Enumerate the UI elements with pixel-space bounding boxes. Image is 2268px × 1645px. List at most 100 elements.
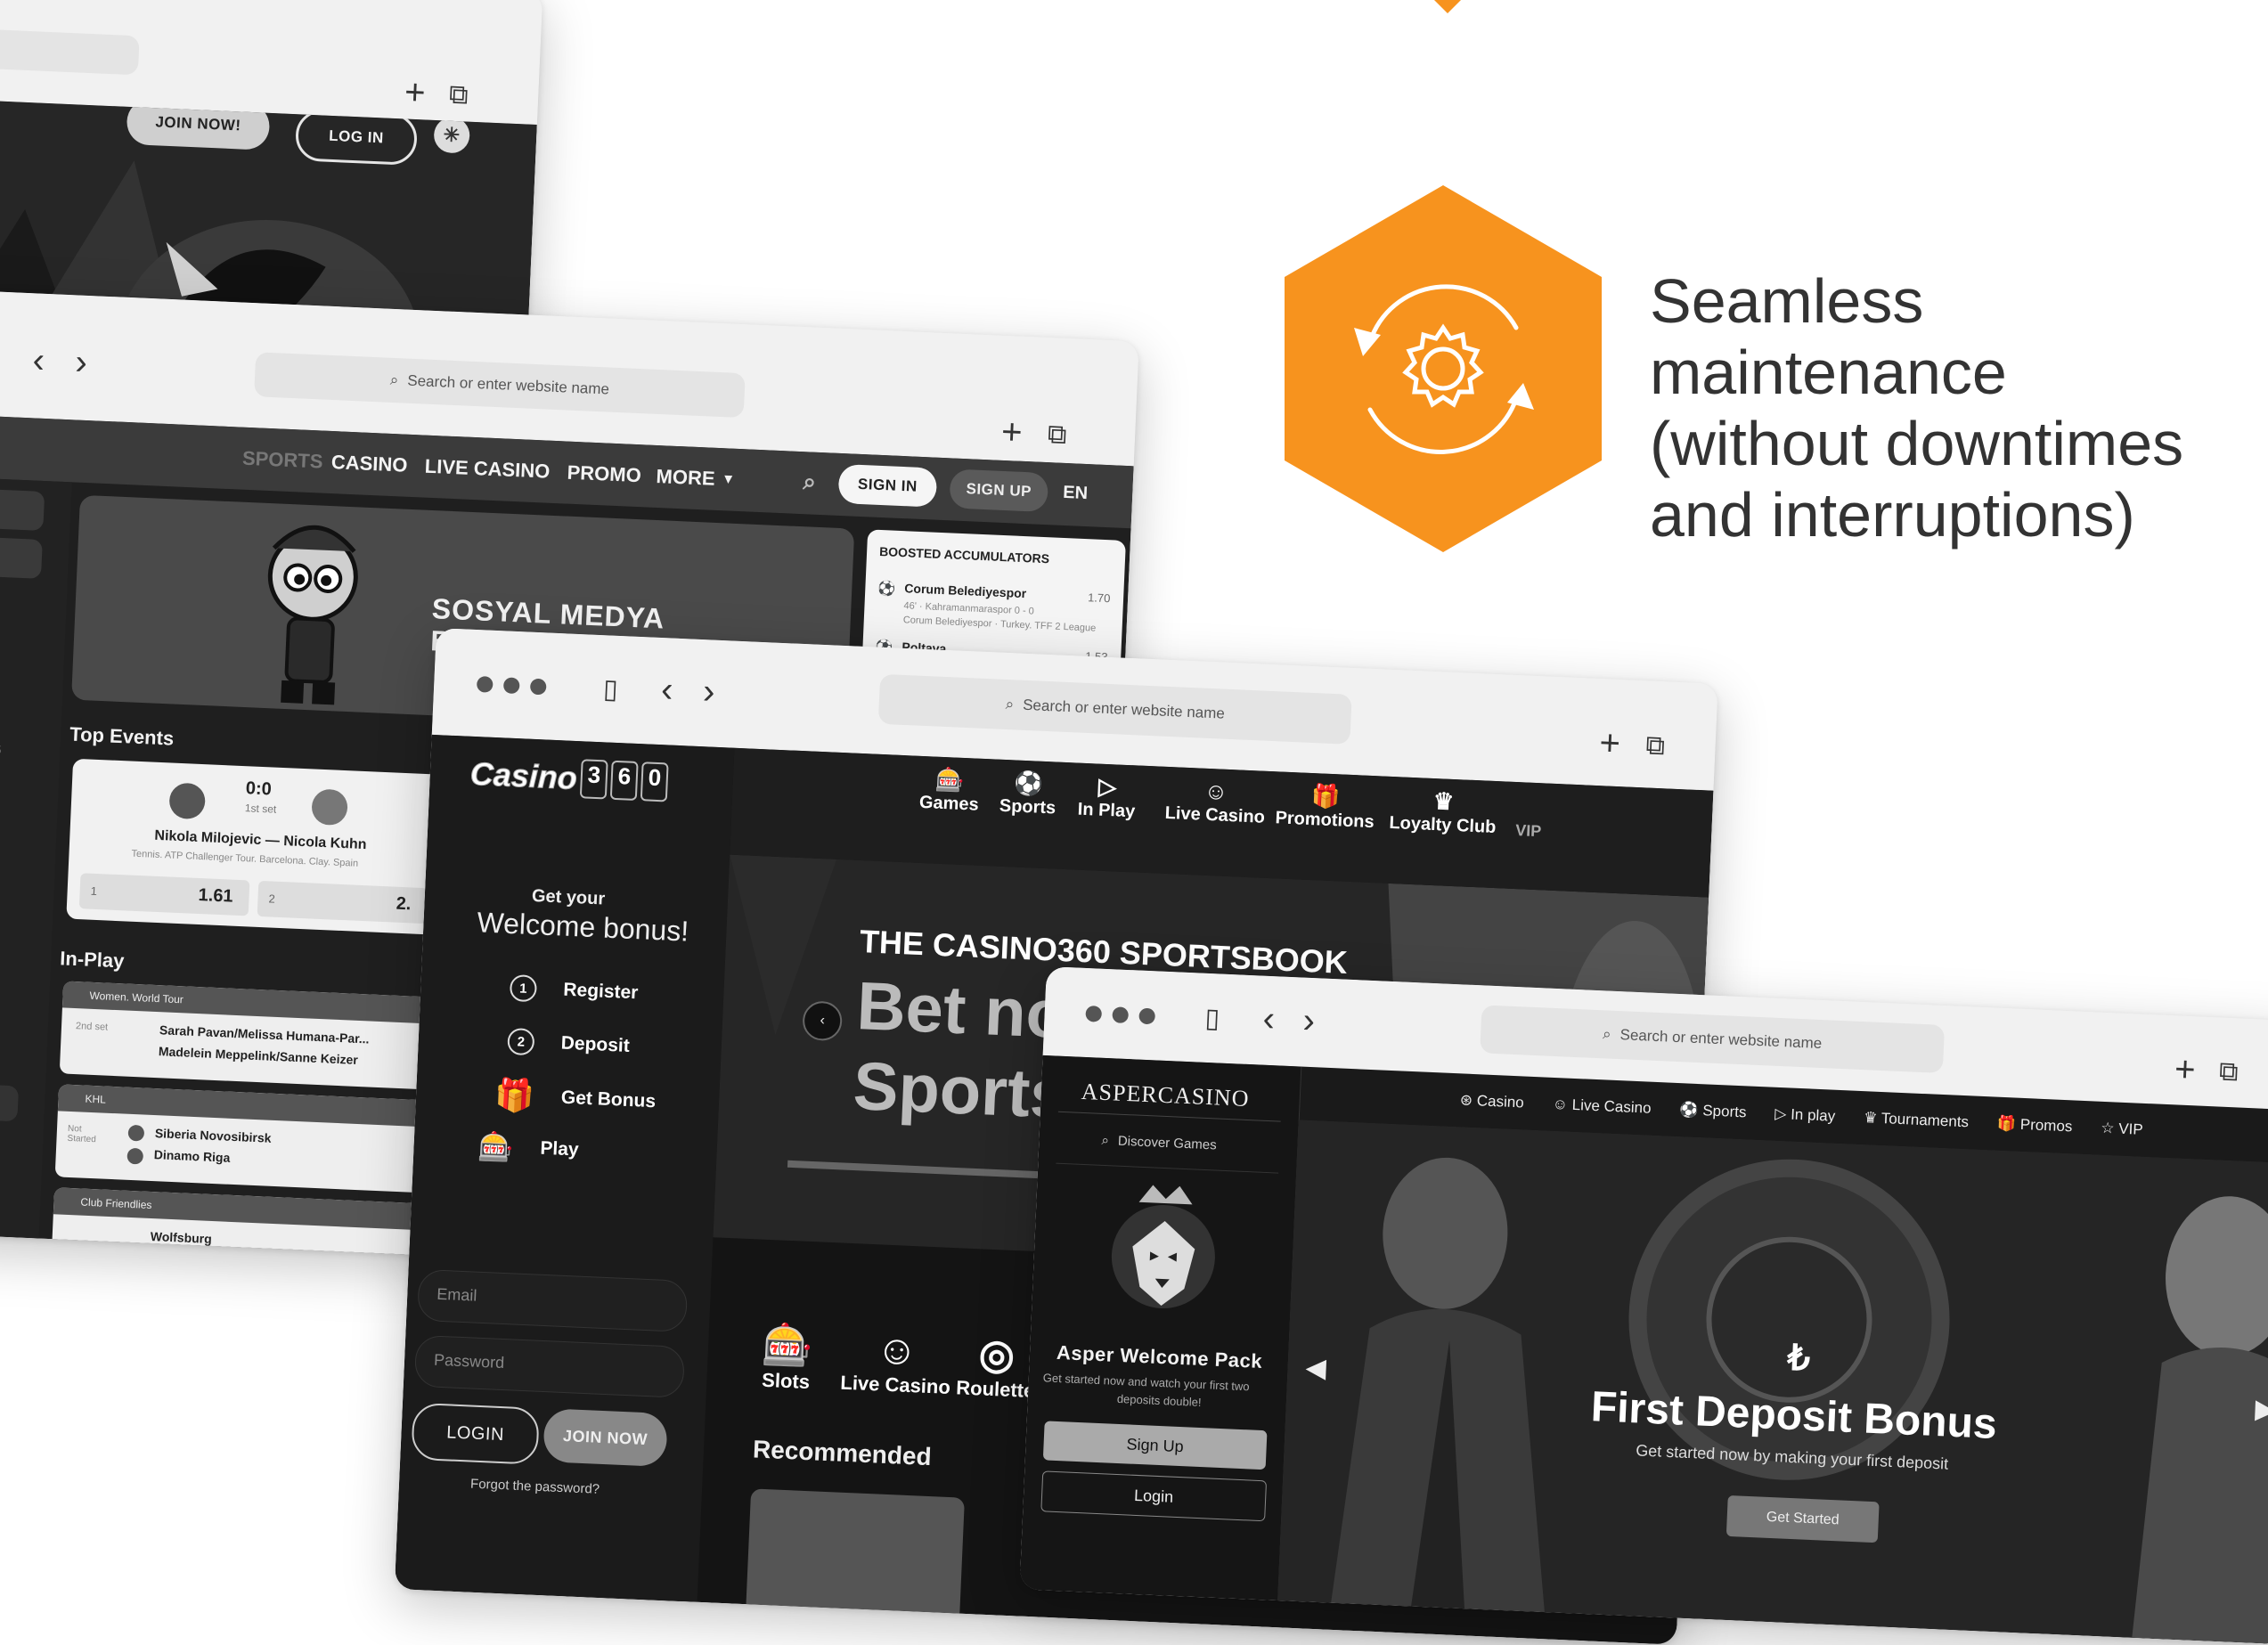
step-get-bonus: 🎁 Get Bonus <box>494 1076 657 1120</box>
copy-tabs-icon[interactable]: ⧉ <box>448 80 469 110</box>
recommended-heading: Recommended <box>752 1435 933 1471</box>
plus-icon[interactable]: + <box>2174 1049 2196 1089</box>
forward-icon[interactable]: › <box>702 672 715 712</box>
in-play-heading: In-Play <box>59 947 125 973</box>
aspercasino-logo[interactable]: ASPERCASINO <box>1081 1079 1250 1112</box>
boosted-team-1[interactable]: Corum Belediyespor <box>904 581 1027 600</box>
step-deposit: 2 Deposit <box>507 1027 630 1060</box>
nav-casino[interactable]: CASINO <box>330 451 408 477</box>
category-live-casino[interactable]: ☺ Live Casino <box>840 1323 953 1399</box>
email-field[interactable]: Email <box>417 1268 689 1332</box>
step-number: 2 <box>507 1027 535 1056</box>
nav-vip[interactable]: VIP <box>1515 821 1542 841</box>
next-slide-icon[interactable]: ▶ <box>2255 1394 2268 1426</box>
event-card[interactable]: 0:0 1st set Nikola Milojevic — Nicola Ku… <box>66 758 447 935</box>
welcome-big: Welcome bonus! <box>476 906 689 948</box>
nav-promotions[interactable]: 🎁 Promotions <box>1275 780 1375 833</box>
nav-live-casino[interactable]: ☺ Live Casino <box>1164 776 1267 828</box>
join-now-button[interactable]: JOIN NOW <box>543 1408 668 1468</box>
top-hexagon-fragment <box>1434 0 1461 13</box>
league-header: Women. World Tour <box>61 981 437 1024</box>
url-bar[interactable]: ⌕ Search or enter website name <box>1480 1005 1946 1073</box>
game-thumbnail[interactable] <box>746 1488 965 1623</box>
casino360-logo[interactable]: Casino 3 6 0 <box>469 754 669 802</box>
url-bar[interactable] <box>0 29 140 76</box>
nav-sports[interactable]: SPORTS <box>241 447 323 474</box>
sidebar-toggle-icon[interactable]: ▯ <box>602 674 618 704</box>
get-started-button[interactable]: Get Started <box>1725 1494 1880 1543</box>
logo-digit: 0 <box>640 761 669 802</box>
plus-icon[interactable]: + <box>404 72 426 112</box>
mascot-illustration <box>267 525 358 705</box>
category-roulette[interactable]: ◎ Roulette <box>956 1328 1037 1403</box>
forgot-password-link[interactable]: Forgot the password? <box>470 1477 600 1497</box>
category-label: Roulette <box>955 1376 1035 1403</box>
site4-page: ASPERCASINO ⌕ Discover Games Asper Welco… <box>1019 1055 2268 1645</box>
sidebar-pill[interactable] <box>0 486 45 531</box>
back-icon[interactable]: ‹ <box>32 340 45 380</box>
score: 0:0 <box>245 778 273 800</box>
nav-sports[interactable]: ⚽ Sports <box>999 769 1057 819</box>
not-started-label: Not Started <box>67 1123 97 1145</box>
copy-tabs-icon[interactable]: ⧉ <box>1047 419 1067 450</box>
plus-icon[interactable]: + <box>1000 412 1023 452</box>
login-button[interactable]: LOGIN <box>411 1402 540 1465</box>
slot-machine-icon: 🎰 <box>934 765 966 794</box>
discover-games-button[interactable]: ⌕ Discover Games <box>1101 1133 1217 1153</box>
window-controls[interactable] <box>1085 1005 1166 1030</box>
nav-games[interactable]: 🎰 Games <box>918 765 980 816</box>
team-2: Dinamo Riga <box>153 1147 231 1165</box>
back-icon[interactable]: ‹ <box>1262 999 1276 1039</box>
search-icon: ⌕ <box>1101 1132 1110 1149</box>
sidebar-pill[interactable] <box>0 1081 20 1122</box>
nav-loyalty-club[interactable]: ♛ Loyalty Club <box>1389 786 1497 838</box>
nav-more[interactable]: MORE <box>656 465 715 491</box>
league-card-2[interactable]: KHL Not Started Siberia Novosibirsk Dina… <box>54 1084 433 1193</box>
nav-label: Loyalty Club <box>1388 812 1497 838</box>
league-card-1[interactable]: Women. World Tour 2nd set Sarah Pavan/Me… <box>59 981 437 1090</box>
nav-promo[interactable]: PROMO <box>567 461 641 488</box>
star-icon: ☆ <box>2100 1119 2119 1137</box>
slot-machine-icon: 🎰 <box>761 1320 814 1370</box>
copy-tabs-icon[interactable]: ⧉ <box>2218 1057 2239 1087</box>
forward-icon[interactable]: › <box>75 342 88 382</box>
search-icon: ⌕ <box>389 371 399 389</box>
feature-headline: Seamless maintenance (without downtimes … <box>1650 265 2268 550</box>
url-bar[interactable]: ⌕ Search or enter website name <box>254 352 746 419</box>
chevron-down-icon: ▾ <box>724 471 732 487</box>
plus-icon[interactable]: + <box>1599 723 1621 763</box>
category-label: Live Casino <box>839 1371 951 1398</box>
email-placeholder: Email <box>436 1284 477 1305</box>
sign-up-button[interactable]: SIGN UP <box>949 468 1049 513</box>
league-card-3[interactable]: Club Friendlies 74' Wolfsburg <box>50 1187 428 1285</box>
odd-button-1[interactable]: 1 1.61 <box>78 873 250 916</box>
logo-digit: 6 <box>609 760 639 801</box>
set-label: 2nd set <box>75 1021 109 1033</box>
category-slots[interactable]: 🎰 Slots <box>760 1320 814 1394</box>
hero-line-2: Sports <box>852 1047 1070 1134</box>
sidebar-pill[interactable] <box>0 534 43 579</box>
nav-in-play[interactable]: ▷ In Play <box>1077 772 1137 823</box>
headline-line-3: and interruptions) <box>1650 480 2135 550</box>
nav-label: Casino <box>1476 1092 1525 1112</box>
url-bar[interactable]: ⌕ Search or enter website name <box>877 673 1352 745</box>
sign-up-button[interactable]: Sign Up <box>1042 1421 1268 1470</box>
player-avatar <box>311 788 348 827</box>
password-field[interactable]: Password <box>413 1334 686 1398</box>
team-logo-icon <box>127 1124 145 1142</box>
browser-window-4: ▯ ‹ › ⌕ Search or enter website name + ⧉… <box>1019 966 2268 1645</box>
sign-in-button[interactable]: SIGN IN <box>837 463 938 508</box>
step-label: Play <box>539 1137 580 1160</box>
boosted-odds-1[interactable]: 1.70 <box>1088 590 1111 605</box>
search-icon[interactable]: ⌕ <box>803 468 817 497</box>
nav-live-casino[interactable]: LIVE CASINO <box>424 455 551 484</box>
prev-slide-icon[interactable]: ◀ <box>1305 1352 1327 1384</box>
forward-icon[interactable]: › <box>1302 1001 1316 1041</box>
back-icon[interactable]: ‹ <box>660 670 673 710</box>
sidebar-toggle-icon[interactable]: ▯ <box>1204 1004 1220 1034</box>
window-controls[interactable] <box>476 676 558 700</box>
login-button[interactable]: Login <box>1040 1470 1268 1522</box>
copy-tabs-icon[interactable]: ⧉ <box>1645 730 1666 761</box>
language-selector[interactable]: EN <box>1063 483 1089 504</box>
odd-button-2[interactable]: 2 2. <box>257 880 428 924</box>
